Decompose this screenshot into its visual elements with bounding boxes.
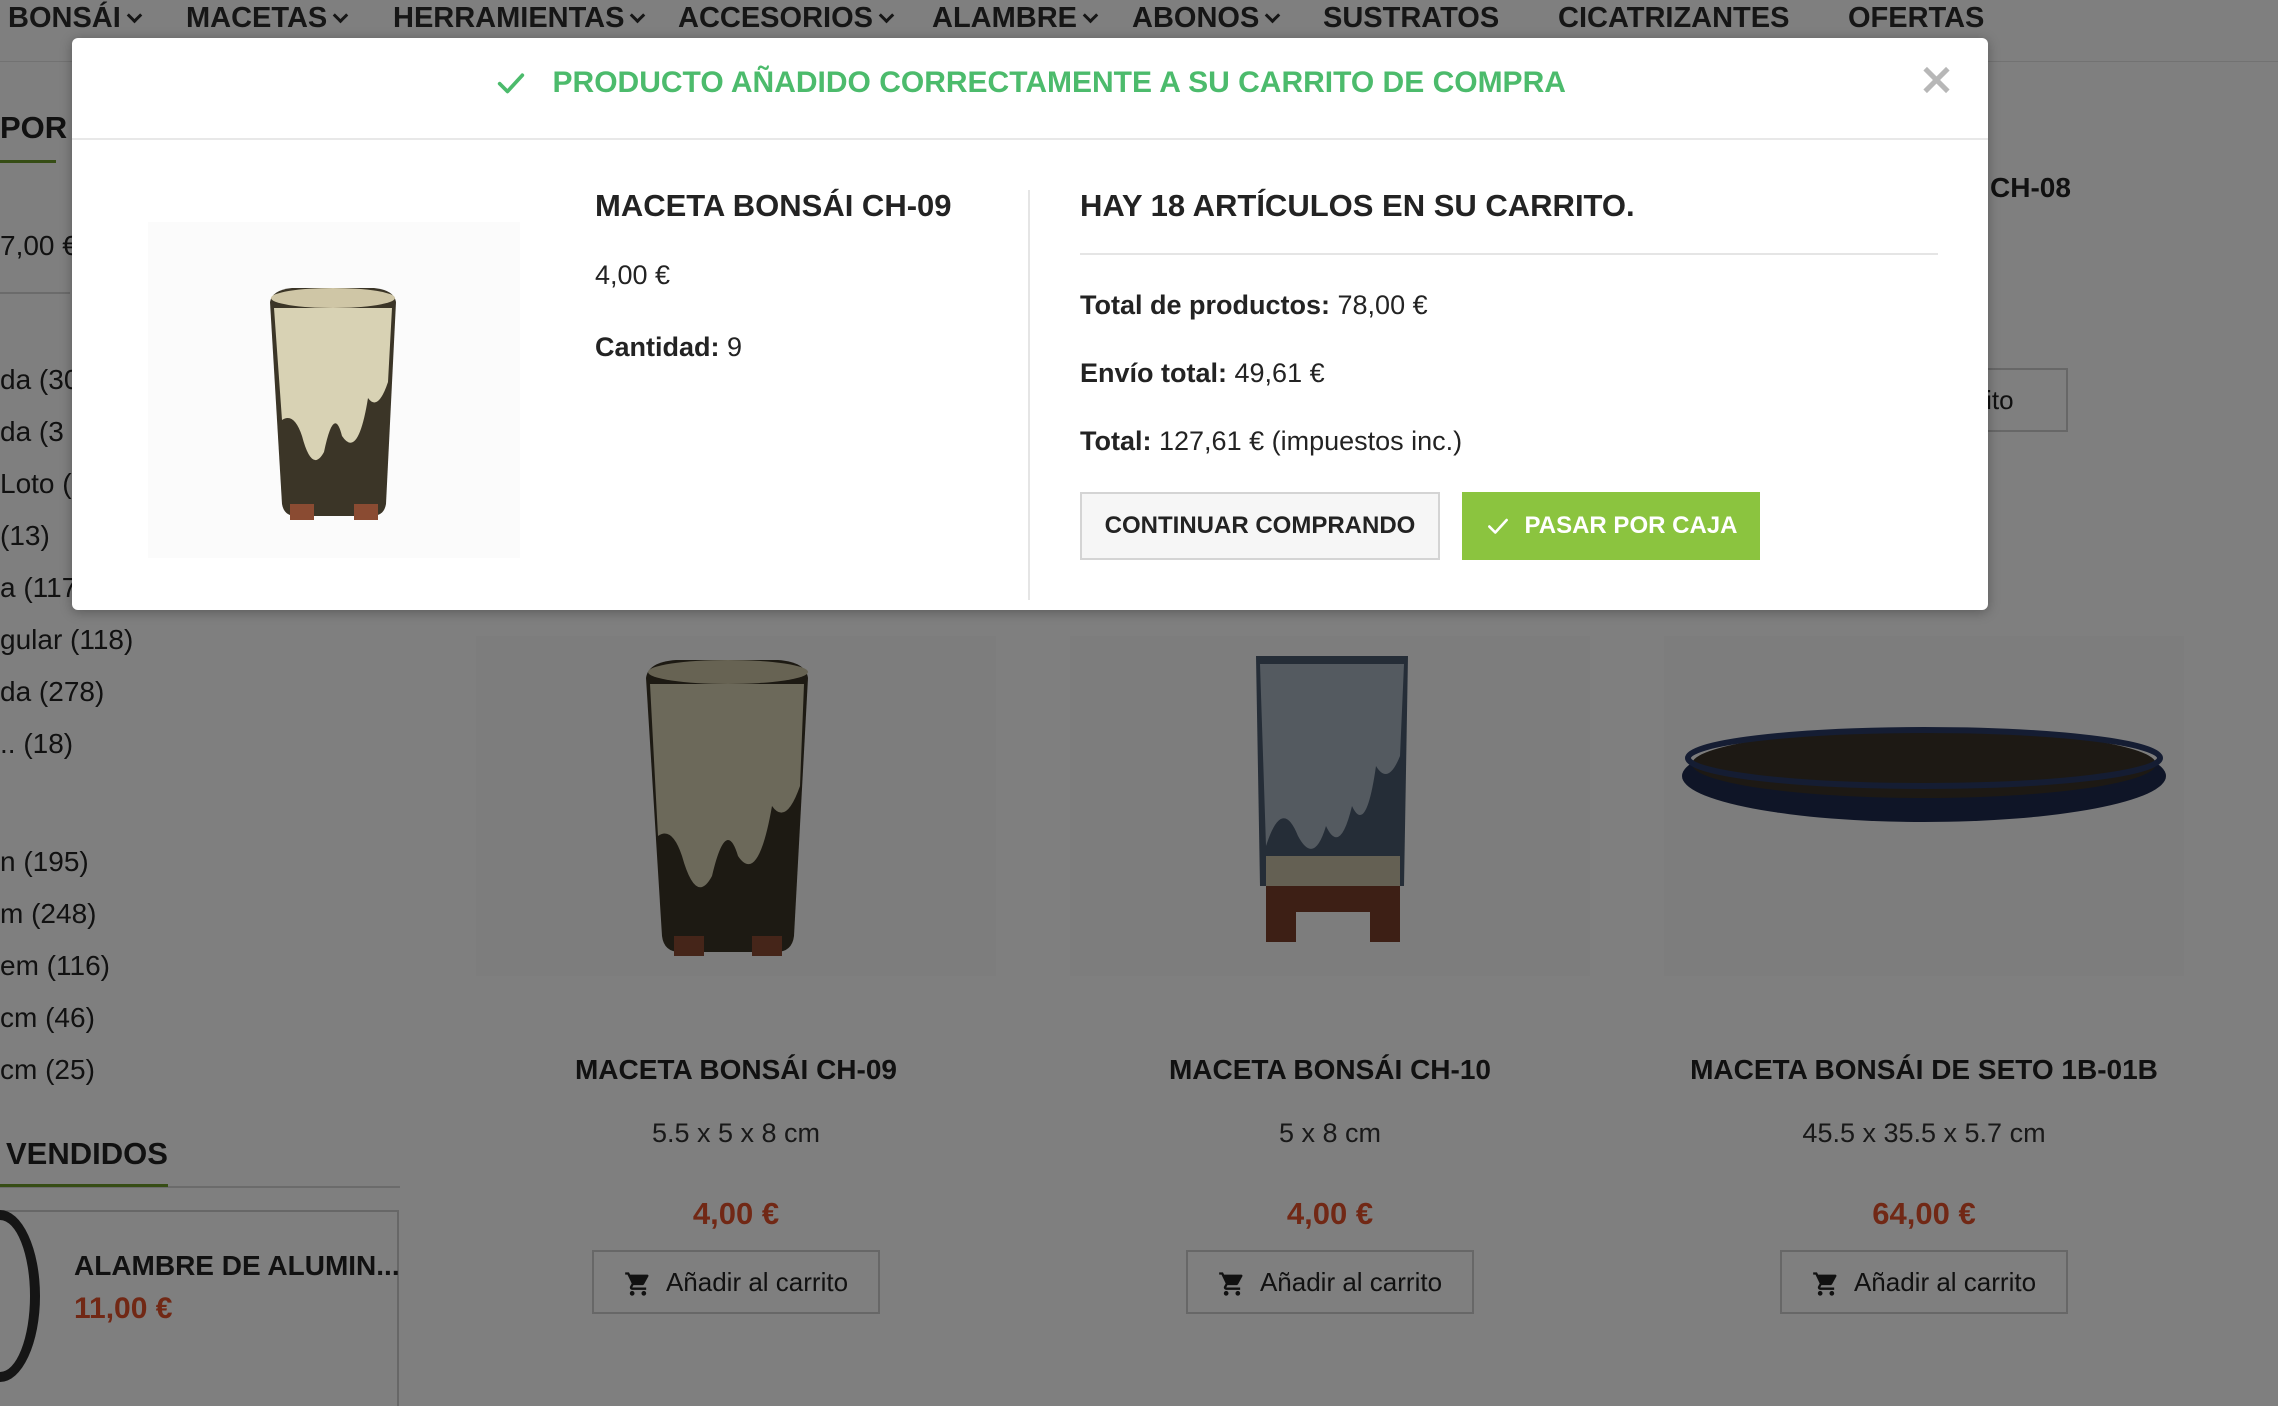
cart-confirmation-modal: PRODUCTO AÑADIDO CORRECTAMENTE A SU CARR… xyxy=(72,38,1988,610)
check-icon xyxy=(497,73,525,94)
total-line: Total: 127,61 € (impuestos inc.) xyxy=(1080,426,1462,457)
check-icon xyxy=(1487,518,1508,534)
checkout-button[interactable]: PASAR POR CAJA xyxy=(1462,492,1760,560)
total-value: 127,61 € (impuestos inc.) xyxy=(1159,426,1463,456)
modal-quantity: Cantidad: 9 xyxy=(595,332,742,363)
shipping-label: Envío total: xyxy=(1080,358,1227,388)
modal-title-row: PRODUCTO AÑADIDO CORRECTAMENTE A SU CARR… xyxy=(72,66,1988,100)
modal-product-name: MACETA BONSÁI CH-09 xyxy=(595,188,952,223)
cart-summary-rule xyxy=(1080,253,1938,255)
cart-count-text: HAY 18 ARTÍCULOS EN SU CARRITO. xyxy=(1080,188,1635,223)
modal-divider xyxy=(1028,190,1030,600)
shipping-line: Envío total: 49,61 € xyxy=(1080,358,1325,389)
total-products-value: 78,00 € xyxy=(1337,290,1428,320)
quantity-label: Cantidad: xyxy=(595,332,720,362)
pot-image xyxy=(148,222,520,558)
close-icon[interactable] xyxy=(1922,66,1950,94)
continue-shopping-button[interactable]: CONTINUAR COMPRANDO xyxy=(1080,492,1440,560)
shipping-value: 49,61 € xyxy=(1234,358,1325,388)
modal-title: PRODUCTO AÑADIDO CORRECTAMENTE A SU CARR… xyxy=(552,66,1566,99)
total-label: Total: xyxy=(1080,426,1152,456)
modal-header: PRODUCTO AÑADIDO CORRECTAMENTE A SU CARR… xyxy=(72,38,1988,140)
total-products-label: Total de productos: xyxy=(1080,290,1330,320)
quantity-value: 9 xyxy=(727,332,743,362)
total-products-line: Total de productos: 78,00 € xyxy=(1080,290,1428,321)
modal-product-image xyxy=(148,222,520,558)
checkout-label: PASAR POR CAJA xyxy=(1524,512,1738,539)
modal-product-price: 4,00 € xyxy=(595,260,671,290)
